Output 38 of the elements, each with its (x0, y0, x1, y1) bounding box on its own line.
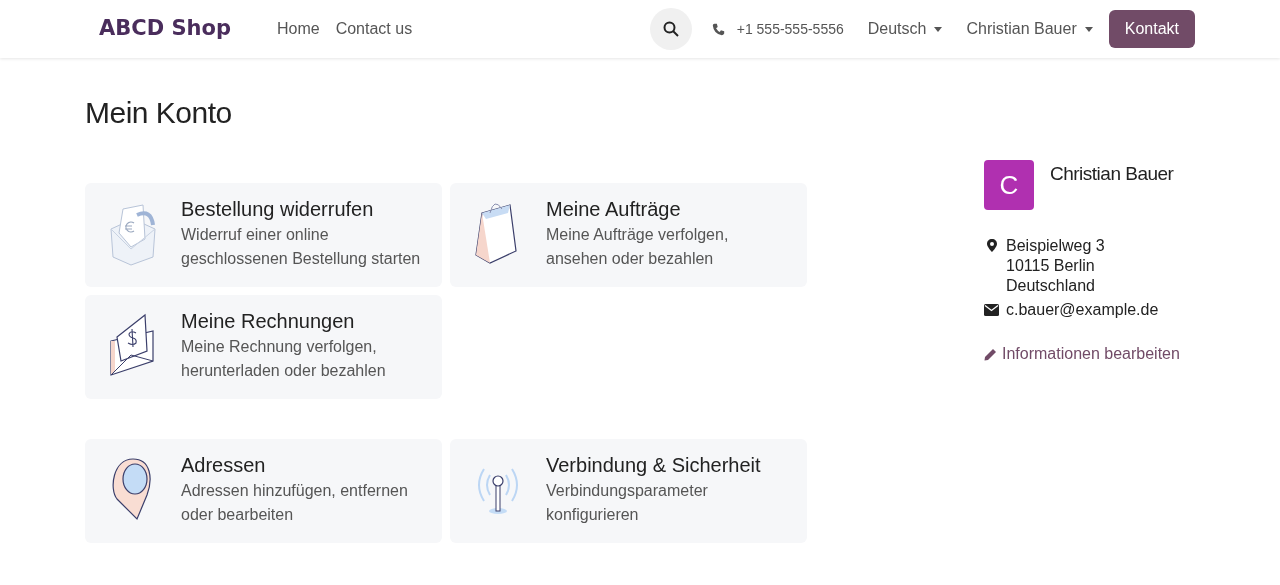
brand-logo[interactable]: ABCD Shop (99, 13, 231, 45)
card-description: Adressen hinzufügen, entfernen oder bearbeiten (181, 481, 409, 525)
caret-icon (1084, 26, 1093, 32)
phone-number: +1 555-555-5556 (736, 19, 844, 39)
page-title: Mein Konto (85, 95, 233, 131)
caret-icon (934, 26, 943, 32)
map-pin-icon (987, 239, 997, 252)
card-description: Meine Rechnung verfolgen, herunterladen oder bezahlen (181, 337, 387, 381)
address-line: Deutschland (1006, 276, 1096, 296)
email-address: c.bauer@example.de (1006, 300, 1159, 320)
card-title: Verbindung & Sicherheit (546, 453, 762, 477)
profile-name: Christian Bauer (1050, 162, 1174, 186)
account-card[interactable]: Meine Aufträge Meine Aufträge verfolgen, ansehen oder bezahlen (450, 183, 807, 287)
address-line: Beispielweg 3 (1006, 236, 1105, 256)
nav-link[interactable]: Home (276, 17, 320, 41)
language-dropdown[interactable]: Deutsch (867, 17, 943, 41)
address-line: 10115 Berlin (1006, 256, 1096, 276)
search-icon (662, 21, 679, 37)
account-card[interactable]: Meine Rechnungen Meine Rechnung verfolgen, herunterladen oder bezahlen (85, 295, 442, 399)
phone-icon (711, 22, 725, 36)
card-title: Meine Rechnungen (181, 309, 356, 333)
card-title: Bestellung widerrufen (181, 197, 375, 221)
card-title: Adressen (181, 453, 267, 477)
card-description: Verbindungsparameter konfigurieren (546, 481, 709, 525)
card-description: Meine Aufträge verfolgen, ansehen oder bezahlen (546, 225, 730, 269)
account-card[interactable]: Verbindung & Sicherheit Verbindungsparameter konfigurieren (450, 439, 807, 543)
search-button[interactable] (649, 8, 692, 50)
card-description: Widerruf einer online geschlossenen Bestellung starten (181, 225, 422, 269)
user-dropdown[interactable]: Christian Bauer (966, 17, 1093, 41)
pencil-icon (984, 347, 997, 361)
account-card[interactable]: Bestellung widerrufen Widerruf einer online geschlossenen Bestellung starten (85, 183, 442, 287)
avatar: C (984, 160, 1034, 210)
account-card[interactable]: Adressen Adressen hinzufügen, entfernen oder bearbeiten (85, 439, 442, 543)
contact-button[interactable]: Kontakt (1108, 10, 1195, 48)
nav-link[interactable]: Contact us (335, 17, 413, 41)
edit-info-link[interactable]: Informationen bearbeiten (984, 342, 1195, 366)
mail-icon (984, 304, 999, 316)
card-title: Meine Aufträge (546, 197, 682, 221)
